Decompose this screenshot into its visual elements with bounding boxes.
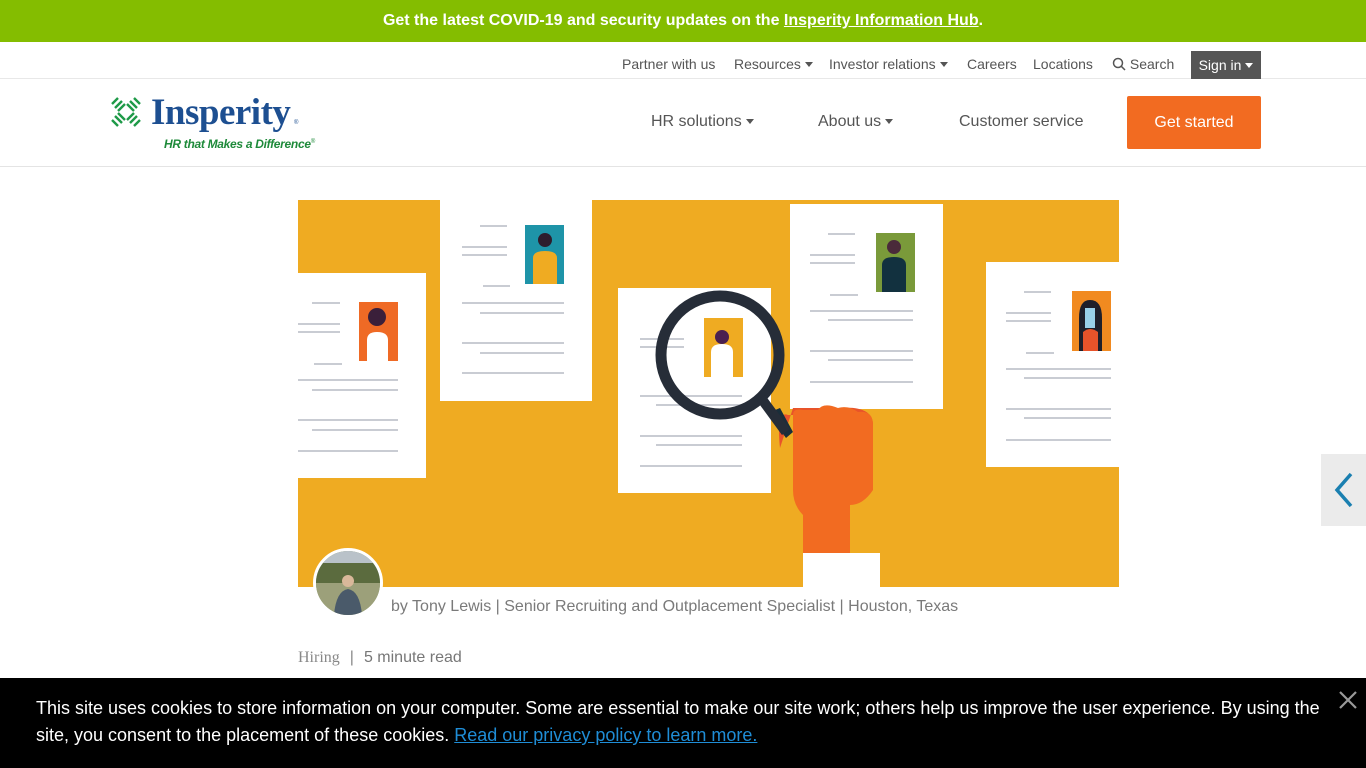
nav-hr-solutions[interactable]: HR solutions [651, 113, 754, 131]
search-label: Search [1129, 56, 1175, 72]
util-nav-resources[interactable]: Resources [734, 56, 813, 72]
chevron-left-icon [1334, 472, 1353, 508]
information-hub-link[interactable]: Insperity Information Hub [784, 12, 979, 29]
caret-down-icon [939, 62, 948, 67]
cookie-consent-banner: This site uses cookies to store informat… [0, 678, 1366, 768]
author-avatar [313, 548, 383, 618]
resume-card [298, 273, 426, 478]
util-nav-label: Resources [734, 56, 801, 72]
registered-mark: ® [310, 139, 315, 145]
get-started-button[interactable]: Get started [1127, 96, 1261, 149]
read-time: 5 minute read [363, 649, 462, 666]
article-category[interactable]: Hiring [298, 649, 340, 666]
nav-label: About us [818, 113, 882, 130]
resume-card [790, 204, 943, 409]
util-nav-label: Partner with us [622, 56, 716, 72]
covid-announcement-banner: Get the latest COVID-19 and security upd… [0, 0, 1366, 42]
covid-banner-suffix: . [978, 12, 984, 29]
article-meta: Hiring | 5 minute read [298, 649, 462, 667]
search-button[interactable]: Search [1112, 56, 1174, 72]
resume-card [618, 288, 771, 493]
util-nav-locations[interactable]: Locations [1033, 56, 1093, 72]
insperity-logo[interactable]: Insperity ® HR that Makes a Difference® [108, 92, 323, 153]
nav-label: Customer service [959, 113, 1084, 130]
logo-mark-icon [111, 97, 141, 127]
util-nav-investor-relations[interactable]: Investor relations [829, 56, 948, 72]
cookie-close-button[interactable] [1337, 689, 1359, 711]
nav-about-us[interactable]: About us [818, 113, 894, 131]
util-nav-label: Investor relations [829, 56, 936, 72]
close-icon [1339, 691, 1357, 709]
util-nav-label: Careers [967, 56, 1017, 72]
caret-down-icon [804, 62, 813, 67]
resume-search-illustration [298, 200, 1119, 587]
sign-in-button[interactable]: Sign in [1191, 51, 1261, 79]
logo-wordmark: Insperity [151, 92, 291, 133]
nav-customer-service[interactable]: Customer service [959, 113, 1083, 131]
registered-mark: ® [294, 120, 299, 126]
utility-nav: Partner with us Resources Investor relat… [0, 42, 1366, 79]
caret-down-icon [885, 119, 894, 124]
caret-down-icon [745, 119, 754, 124]
meta-separator: | [349, 649, 354, 666]
tagline-text: HR that Makes a Difference [164, 137, 311, 151]
privacy-policy-link[interactable]: Read our privacy policy to learn more. [454, 725, 757, 745]
nav-label: HR solutions [651, 113, 742, 130]
resume-card [986, 262, 1119, 467]
resume-card [440, 200, 592, 401]
logo-tagline: HR that Makes a Difference® [164, 137, 315, 151]
side-panel-toggle[interactable] [1321, 454, 1366, 526]
get-started-label: Get started [1154, 114, 1234, 131]
covid-banner-text: Get the latest COVID-19 and security upd… [382, 12, 784, 29]
util-nav-partner-with-us[interactable]: Partner with us [622, 56, 715, 72]
sign-in-label: Sign in [1198, 57, 1242, 73]
util-nav-careers[interactable]: Careers [967, 56, 1017, 72]
util-nav-label: Locations [1033, 56, 1093, 72]
article-byline: by Tony Lewis | Senior Recruiting and Ou… [391, 598, 959, 615]
search-icon [1112, 57, 1126, 71]
caret-down-icon [1245, 63, 1254, 68]
hero-illustration [298, 200, 1119, 587]
